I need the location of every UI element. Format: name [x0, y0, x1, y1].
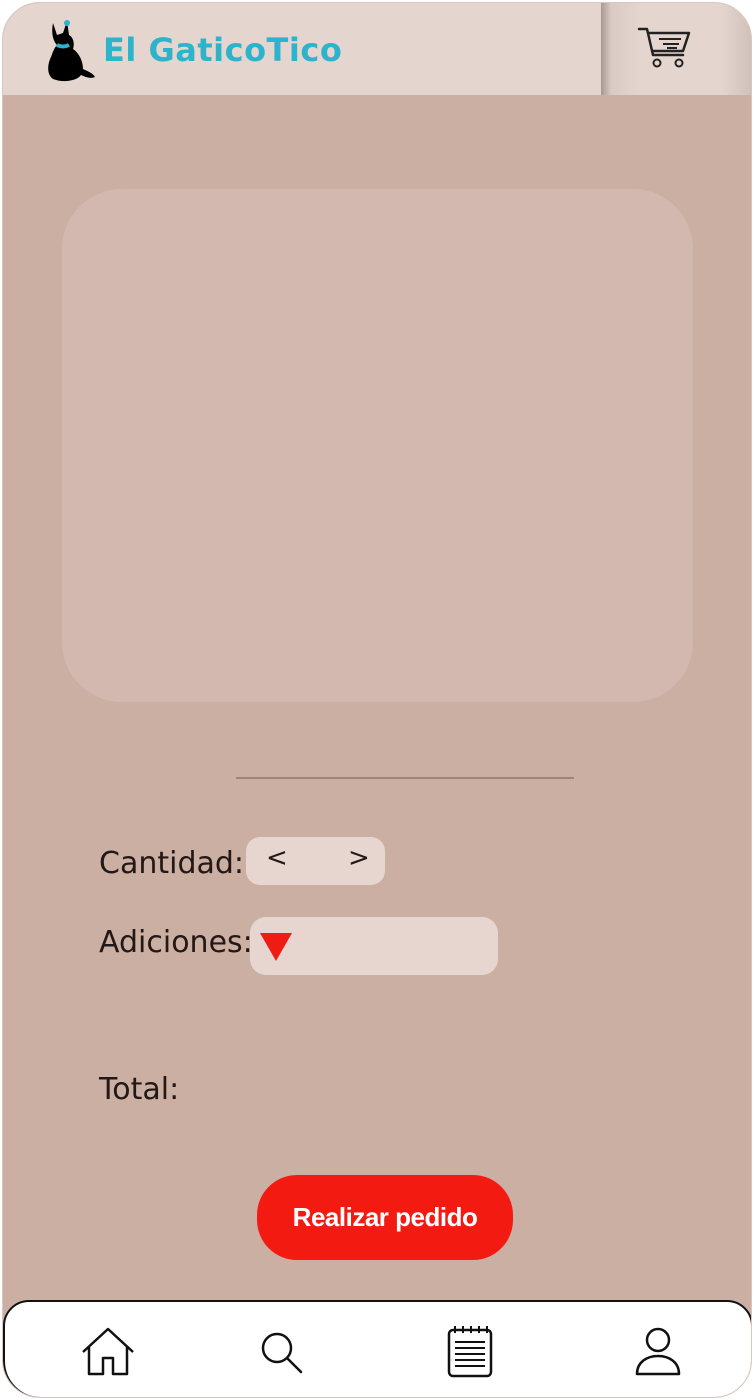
nav-search[interactable]: [253, 1324, 311, 1380]
cart-icon[interactable]: [637, 25, 693, 71]
additions-label: Adiciones:: [99, 925, 253, 960]
brand-name: El GaticoTico: [103, 31, 343, 69]
divider: [236, 777, 574, 779]
user-icon: [635, 1327, 681, 1376]
cart-tab: [601, 3, 751, 95]
quantity-stepper[interactable]: < >: [246, 837, 385, 885]
phone-screen: El GaticoTico Cantidad: < > Adiciones: T…: [2, 2, 752, 1398]
nav-profile[interactable]: [629, 1324, 687, 1380]
dropdown-triangle-icon: [260, 933, 292, 961]
total-label: Total:: [99, 1072, 180, 1107]
quantity-decrement-button[interactable]: <: [266, 843, 288, 873]
place-order-button[interactable]: Realizar pedido: [257, 1175, 513, 1260]
app-header: El GaticoTico: [3, 3, 751, 95]
search-icon: [261, 1332, 303, 1374]
cat-icon: [48, 20, 95, 82]
quantity-increment-button[interactable]: >: [348, 843, 370, 873]
product-image-placeholder: [62, 189, 693, 702]
home-icon: [82, 1327, 134, 1376]
bottom-nav: [3, 1300, 751, 1397]
quantity-label: Cantidad:: [99, 846, 245, 881]
notepad-icon: [447, 1326, 493, 1378]
nav-home[interactable]: [79, 1324, 137, 1380]
nav-orders[interactable]: [441, 1324, 499, 1380]
additions-dropdown[interactable]: [250, 917, 498, 975]
app-logo[interactable]: El GaticoTico: [43, 17, 342, 83]
